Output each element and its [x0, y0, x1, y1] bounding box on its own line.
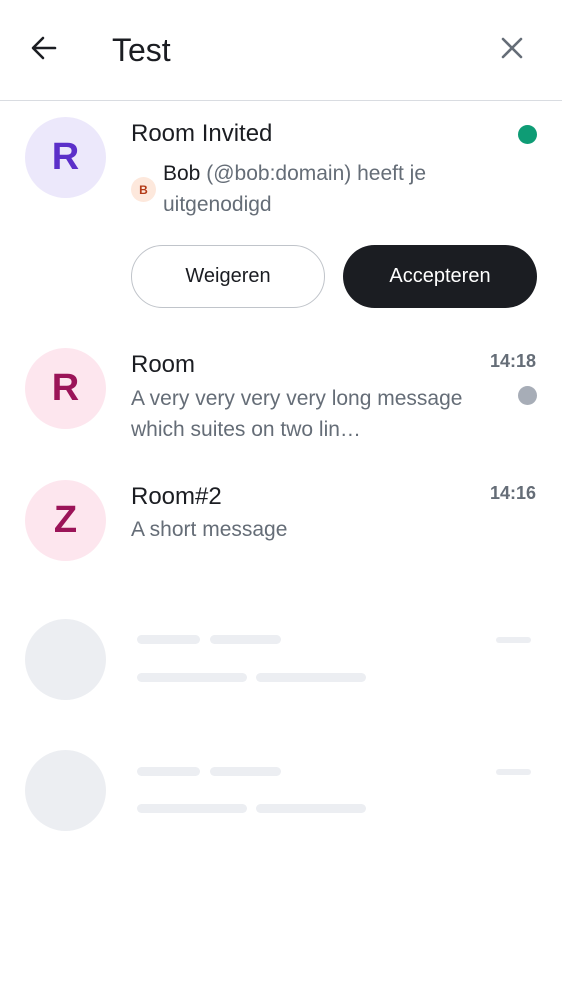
placeholder-avatar	[25, 750, 106, 831]
close-icon	[500, 36, 524, 65]
room-name: Room Invited	[131, 120, 273, 147]
placeholder-line	[137, 673, 247, 682]
room-name: Room	[131, 351, 196, 378]
placeholder-line	[256, 673, 366, 682]
room-name: Room#2	[131, 483, 222, 510]
placeholder-line	[137, 804, 247, 813]
inviter-name: Bob	[163, 162, 201, 185]
last-message: A short message	[131, 518, 288, 541]
inviter-id: (@bob:domain)	[206, 162, 352, 185]
unread-indicator	[518, 386, 537, 405]
invite-message: Bob (@bob:domain) heeft je uitgenodigd	[163, 158, 493, 220]
placeholder-line	[137, 767, 200, 776]
placeholder-line	[256, 804, 366, 813]
room-avatar: R	[25, 348, 106, 429]
top-bar: Test	[0, 0, 562, 101]
placeholder-line	[137, 635, 200, 644]
timestamp: 14:16	[489, 483, 536, 503]
placeholder-line	[210, 635, 281, 644]
back-button[interactable]	[24, 30, 64, 70]
placeholder-line	[496, 637, 531, 643]
placeholder-line	[496, 769, 531, 775]
page-title: Test	[112, 32, 171, 68]
accept-button[interactable]: Accepteren	[343, 245, 537, 308]
arrow-left-icon	[30, 34, 58, 67]
decline-button[interactable]: Weigeren	[131, 245, 325, 308]
inviter-avatar: B	[131, 177, 156, 202]
unread-indicator	[518, 125, 537, 144]
close-button[interactable]	[492, 30, 532, 70]
timestamp: 14:18	[489, 351, 536, 371]
room-avatar: Z	[25, 480, 106, 561]
room-avatar: R	[25, 117, 106, 198]
placeholder-line	[210, 767, 281, 776]
last-message: A very very very very long message which…	[131, 387, 463, 441]
placeholder-avatar	[25, 619, 106, 700]
